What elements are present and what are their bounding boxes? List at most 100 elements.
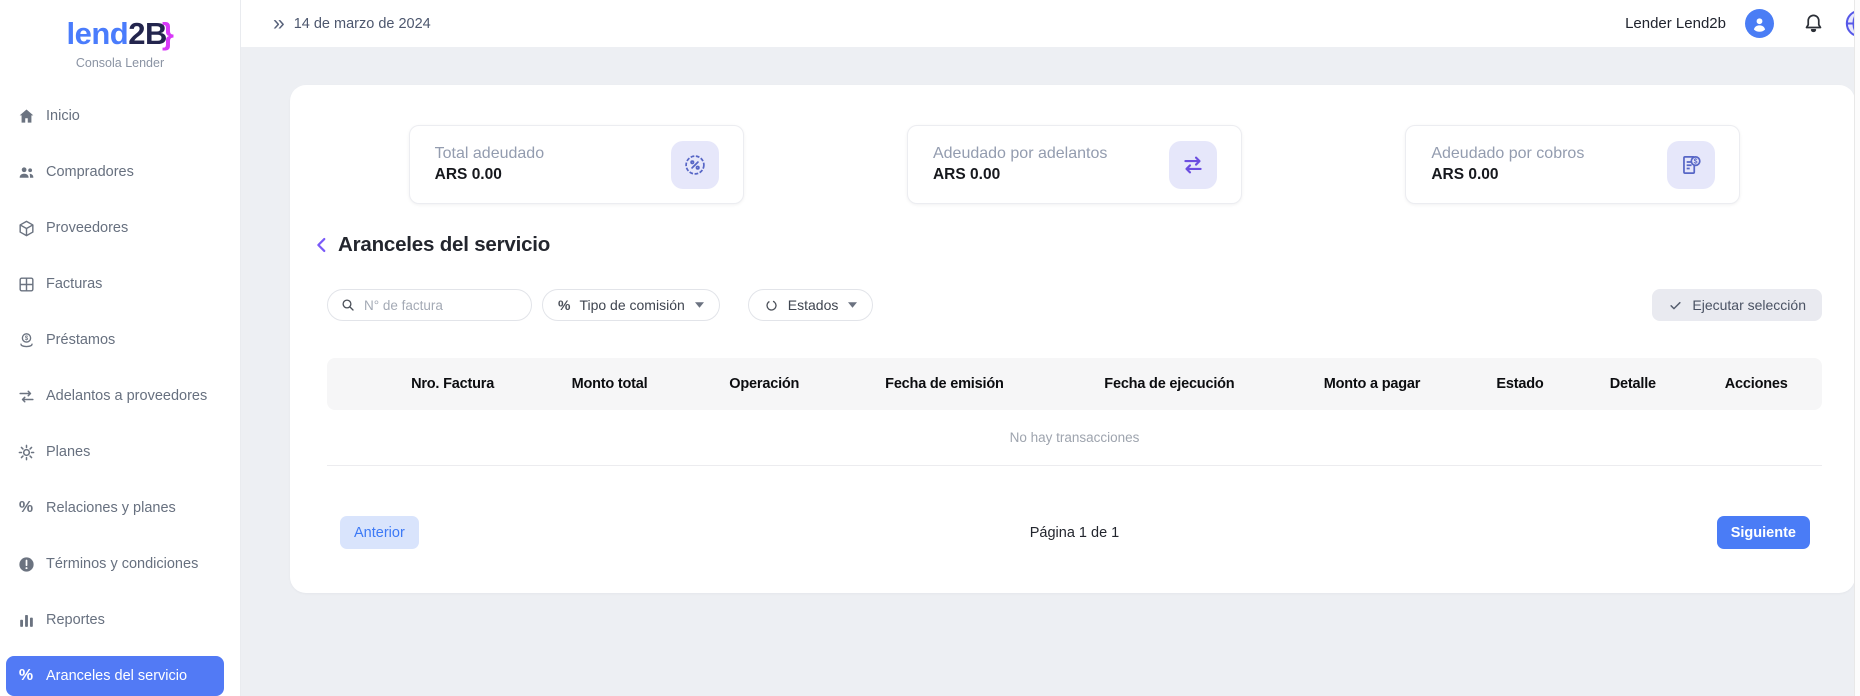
sidebar-item-relaciones[interactable]: % Relaciones y planes xyxy=(6,488,224,528)
main-area: Total adeudado ARS 0.00 Adeudado por ade… xyxy=(241,47,1860,696)
sidebar-item-proveedores[interactable]: Proveedores xyxy=(6,208,224,248)
next-page-button[interactable]: Siguiente xyxy=(1717,516,1810,549)
stat-value: ARS 0.00 xyxy=(435,166,544,184)
chevron-down-icon xyxy=(695,302,704,308)
stat-card-adeudado-cobros: Adeudado por cobros ARS 0.00 $ xyxy=(1405,125,1740,204)
sidebar-item-reportes[interactable]: Reportes xyxy=(6,600,224,640)
sidebar-item-label: Aranceles del servicio xyxy=(46,668,187,684)
status-ring-icon xyxy=(764,298,779,313)
discount-badge-icon xyxy=(671,141,719,189)
transactions-table: Nro. Factura Monto total Operación Fecha… xyxy=(327,358,1822,466)
transfer-arrows-icon xyxy=(16,386,36,406)
invoice-search-field[interactable] xyxy=(327,289,532,321)
column-fecha-ejecucion: Fecha de ejecución xyxy=(1060,358,1280,410)
stats-row: Total adeudado ARS 0.00 Adeudado por ade… xyxy=(327,125,1822,204)
sidebar-item-prestamos[interactable]: $ Préstamos xyxy=(6,320,224,360)
coin-icon: $ xyxy=(16,330,36,350)
invoice-dollar-icon: $ xyxy=(1667,141,1715,189)
stat-label: Adeudado por cobros xyxy=(1431,145,1584,163)
exclamation-circle-icon xyxy=(16,554,36,574)
sidebar-item-label: Planes xyxy=(46,444,90,460)
user-avatar[interactable] xyxy=(1745,9,1774,38)
vertical-scrollbar[interactable] xyxy=(1854,0,1860,696)
header-left: » 14 de marzo de 2024 xyxy=(273,13,431,34)
filter-row: % Tipo de comisión Estados Ejecutar sele… xyxy=(327,289,1822,321)
user-name: Lender Lend2b xyxy=(1625,15,1726,32)
sidebar-item-label: Reportes xyxy=(46,612,105,628)
percent-icon: % xyxy=(16,666,36,686)
sidebar-item-inicio[interactable]: Inicio xyxy=(6,96,224,136)
bar-chart-icon xyxy=(16,610,36,630)
empty-state-row: No hay transacciones xyxy=(327,410,1822,466)
page-indicator: Página 1 de 1 xyxy=(327,525,1822,541)
stat-card-adeudado-adelantos: Adeudado por adelantos ARS 0.00 xyxy=(907,125,1242,204)
dropdown-label: Tipo de comisión xyxy=(579,297,684,313)
sidebar-item-label: Adelantos a proveedores xyxy=(46,388,207,404)
states-dropdown[interactable]: Estados xyxy=(748,289,874,321)
stat-texts: Total adeudado ARS 0.00 xyxy=(435,145,544,184)
stat-label: Adeudado por adelantos xyxy=(933,145,1107,163)
column-acciones: Acciones xyxy=(1690,358,1822,410)
sidebar: lend2B} Consola Lender Inicio Compradore… xyxy=(0,0,241,696)
collapse-sidebar-icon[interactable]: » xyxy=(273,13,282,34)
column-nro-factura: Nro. Factura xyxy=(385,358,520,410)
commission-type-dropdown[interactable]: % Tipo de comisión xyxy=(542,289,720,321)
sidebar-item-adelantos[interactable]: Adelantos a proveedores xyxy=(6,376,224,416)
column-fecha-emision: Fecha de emisión xyxy=(829,358,1059,410)
brand-subtitle: Consola Lender xyxy=(0,56,240,70)
stat-texts: Adeudado por adelantos ARS 0.00 xyxy=(933,145,1107,184)
svg-text:$: $ xyxy=(1694,158,1698,165)
app-window: lend2B} Consola Lender Inicio Compradore… xyxy=(0,0,1860,696)
execute-selection-button[interactable]: Ejecutar selección xyxy=(1652,289,1822,321)
column-estado: Estado xyxy=(1465,358,1576,410)
sidebar-item-planes[interactable]: Planes xyxy=(6,432,224,472)
sidebar-nav: Inicio Compradores Proveedores Facturas xyxy=(0,96,240,696)
sidebar-item-compradores[interactable]: Compradores xyxy=(6,152,224,192)
people-icon xyxy=(16,162,36,182)
header-right: Lender Lend2b xyxy=(1625,7,1860,40)
column-monto-total: Monto total xyxy=(520,358,699,410)
chevron-down-icon xyxy=(848,302,857,308)
page-title: Aranceles del servicio xyxy=(338,233,550,257)
back-chevron-icon[interactable] xyxy=(311,234,333,256)
logo-text: lend2B} xyxy=(0,16,240,52)
person-icon xyxy=(1749,13,1770,34)
current-date: 14 de marzo de 2024 xyxy=(294,16,431,32)
pagination-bar: Anterior Página 1 de 1 Siguiente xyxy=(327,516,1822,549)
dropdown-label: Estados xyxy=(788,297,839,313)
sidebar-item-label: Proveedores xyxy=(46,220,128,236)
sidebar-item-terminos[interactable]: Términos y condiciones xyxy=(6,544,224,584)
column-monto-a-pagar: Monto a pagar xyxy=(1279,358,1464,410)
sidebar-item-label: Compradores xyxy=(46,164,134,180)
stat-card-total-adeudado: Total adeudado ARS 0.00 xyxy=(409,125,744,204)
sidebar-item-label: Inicio xyxy=(46,108,80,124)
stat-value: ARS 0.00 xyxy=(933,166,1107,184)
cube-icon xyxy=(16,218,36,238)
empty-state-message: No hay transacciones xyxy=(327,410,1822,466)
top-header: » 14 de marzo de 2024 Lender Lend2b xyxy=(241,0,1860,47)
content-card: Total adeudado ARS 0.00 Adeudado por ade… xyxy=(290,85,1855,593)
stat-value: ARS 0.00 xyxy=(1431,166,1584,184)
gear-icon xyxy=(16,442,36,462)
search-input[interactable] xyxy=(364,298,519,313)
column-operacion: Operación xyxy=(699,358,829,410)
execute-selection-label: Ejecutar selección xyxy=(1692,297,1806,313)
column-select-spacer xyxy=(327,358,385,410)
percent-icon: % xyxy=(558,297,570,313)
sidebar-item-label: Préstamos xyxy=(46,332,115,348)
brand-logo: lend2B} Consola Lender xyxy=(0,0,240,70)
logo-bracket: } xyxy=(162,16,174,51)
sidebar-item-label: Términos y condiciones xyxy=(46,556,198,572)
column-detalle: Detalle xyxy=(1575,358,1690,410)
table-header-row: Nro. Factura Monto total Operación Fecha… xyxy=(327,358,1822,410)
transfer-arrows-icon xyxy=(1169,141,1217,189)
logo-lend: lend xyxy=(67,16,129,51)
sidebar-item-facturas[interactable]: Facturas xyxy=(6,264,224,304)
home-icon xyxy=(16,106,36,126)
notifications-bell-icon[interactable] xyxy=(1802,12,1825,35)
search-icon xyxy=(340,297,356,313)
percent-icon: % xyxy=(16,498,36,518)
check-icon xyxy=(1668,298,1683,313)
sidebar-item-aranceles[interactable]: % Aranceles del servicio xyxy=(6,656,224,696)
stat-texts: Adeudado por cobros ARS 0.00 xyxy=(1431,145,1584,184)
